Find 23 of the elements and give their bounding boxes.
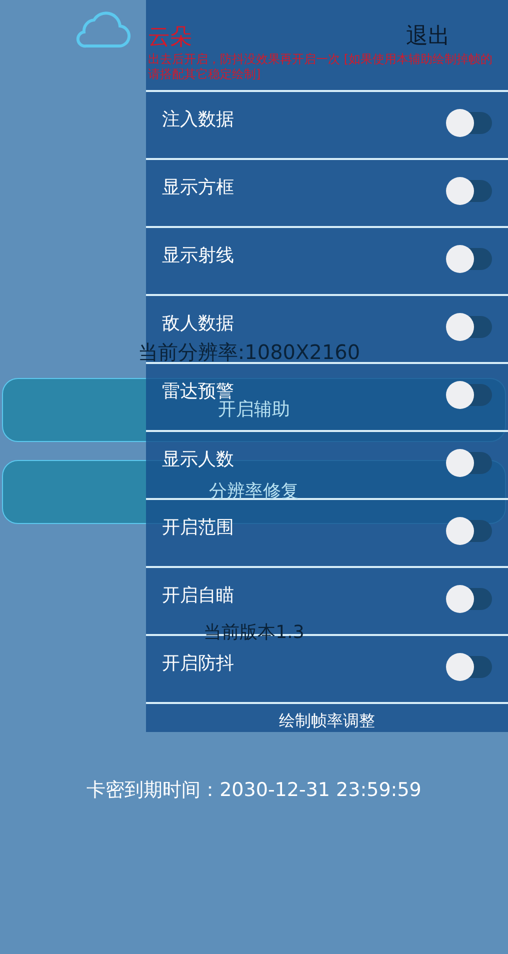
toggle-switch[interactable] bbox=[446, 588, 492, 610]
switch-label: 开启防抖 bbox=[162, 654, 234, 674]
toggle-switch[interactable] bbox=[446, 656, 492, 678]
switch-label: 注入数据 bbox=[162, 110, 234, 130]
switch-label: 显示人数 bbox=[162, 450, 234, 470]
resolution-text: 当前分辨率:1080X2160 bbox=[138, 339, 360, 366]
switch-label: 开启范围 bbox=[162, 518, 234, 538]
switch-label: 开启自瞄 bbox=[162, 586, 234, 606]
switch-label: 雷达预警 bbox=[162, 382, 234, 402]
toggle-switch[interactable] bbox=[446, 520, 492, 542]
menu-title: 云朵 bbox=[148, 24, 192, 52]
switch-label: 敌人数据 bbox=[162, 314, 234, 334]
toggle-switch[interactable] bbox=[446, 180, 492, 202]
toggle-switch[interactable] bbox=[446, 316, 492, 338]
toggle-switch[interactable] bbox=[446, 248, 492, 270]
switch-label: 显示方框 bbox=[162, 178, 234, 198]
toggle-switch[interactable] bbox=[446, 384, 492, 406]
switch-label: 显示射线 bbox=[162, 246, 234, 266]
toggle-switch[interactable] bbox=[446, 112, 492, 134]
notice-text: 出去后开启，防抖没效果再开启一次 [如果使用本辅助绘制掉帧的请搭配其它稳定绘制] bbox=[148, 52, 494, 82]
toggle-switch[interactable] bbox=[446, 452, 492, 474]
frame-rate-link[interactable]: 绘制帧率调整 bbox=[279, 710, 375, 732]
expiry-text: 卡密到期时间：2030-12-31 23:59:59 bbox=[86, 779, 422, 801]
